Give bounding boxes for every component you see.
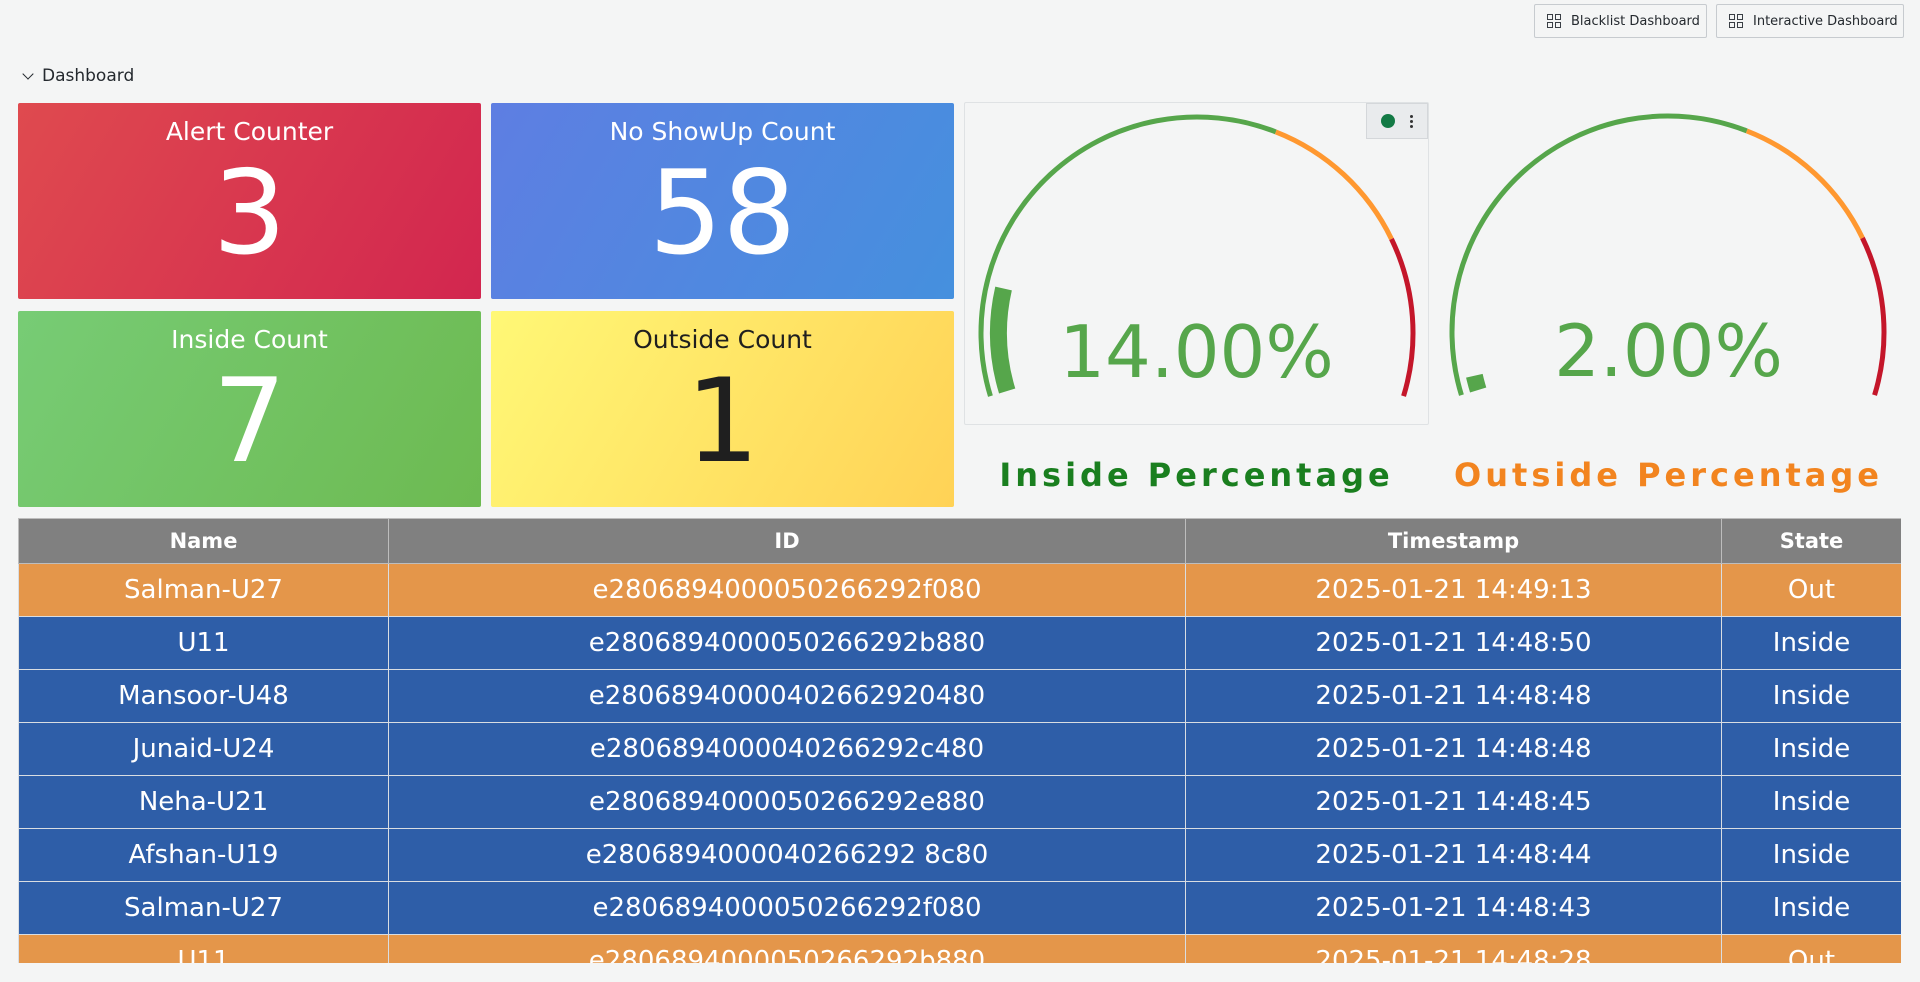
cell-name: U11	[18, 934, 389, 963]
attendance-table: Name ID Timestamp State Salman-U27 e28068…	[18, 518, 1901, 963]
inside-count-panel[interactable]: Inside Count 7	[18, 311, 481, 507]
cell-name: Neha-U21	[18, 775, 389, 829]
no-showup-count-panel[interactable]: No ShowUp Count 58	[491, 103, 954, 299]
cell-id: e2806894000040266292 8c80	[388, 828, 1186, 882]
outside-percentage-title: Outside Percentage	[1454, 456, 1883, 494]
gauge-value: 14.00%	[1059, 310, 1334, 394]
cell-state: Inside	[1721, 828, 1901, 882]
attendance-table-panel[interactable]: Name ID Timestamp State Salman-U27 e28068…	[18, 518, 1901, 963]
inside-percentage-title: Inside Percentage	[999, 456, 1394, 494]
cell-timestamp: 2025-01-21 14:48:45	[1185, 775, 1722, 829]
table-row[interactable]: Salman-U27 e2806894000050266292f080 2025-0…	[18, 881, 1901, 935]
panel-value: 58	[648, 146, 797, 281]
outside-percentage-gauge-panel[interactable]: 2.00%	[1436, 102, 1901, 425]
status-dot-icon	[1381, 114, 1396, 128]
table-row[interactable]: Salman-U27 e2806894000050266292f080 2025-0…	[18, 563, 1901, 617]
gauge-threshold-arc	[1745, 128, 1865, 240]
table-row[interactable]: U11 e2806894000050266292b880 2025-01-21 14…	[18, 616, 1901, 670]
gauge-threshold-arc	[1274, 129, 1394, 241]
inside-percentage-gauge-panel[interactable]: 14.00%	[964, 102, 1429, 425]
row-header-dashboard[interactable]: Dashboard	[22, 66, 135, 86]
cell-id: e2806894000050266292f080	[388, 881, 1186, 935]
panel-value: 1	[685, 354, 760, 489]
table-row[interactable]: Neha-U21 e2806894000050266292e880 2025-01-…	[18, 775, 1901, 829]
chevron-down-icon	[22, 68, 34, 80]
panel-title: Inside Count	[171, 325, 328, 354]
cell-id: e28068940000402662920480	[388, 669, 1186, 723]
interactive-dashboard-label: Interactive Dashboard	[1753, 13, 1898, 29]
cell-id: e2806894000050266292e880	[388, 775, 1186, 829]
column-header-timestamp[interactable]: Timestamp	[1185, 518, 1722, 564]
kebab-menu-icon[interactable]	[1409, 114, 1413, 128]
cell-id: e2806894000050266292b880	[388, 934, 1186, 963]
panel-value: 3	[212, 146, 287, 281]
table-header-row: Name ID Timestamp State	[18, 518, 1901, 564]
column-header-id[interactable]: ID	[388, 518, 1186, 564]
panel-title: No ShowUp Count	[609, 117, 836, 146]
dashboard-grid-icon	[1729, 14, 1743, 28]
column-header-state[interactable]: State	[1721, 518, 1901, 564]
cell-name: Salman-U27	[18, 563, 389, 617]
cell-timestamp: 2025-01-21 14:48:48	[1185, 722, 1722, 776]
blacklist-dashboard-button[interactable]: Blacklist Dashboard	[1534, 4, 1707, 38]
cell-state: Inside	[1721, 669, 1901, 723]
cell-timestamp: 2025-01-21 14:49:13	[1185, 563, 1722, 617]
cell-timestamp: 2025-01-21 14:48:50	[1185, 616, 1722, 670]
cell-state: Inside	[1721, 775, 1901, 829]
table-row[interactable]: Mansoor-U48 e28068940000402662920480 2025-…	[18, 669, 1901, 723]
cell-state: Inside	[1721, 722, 1901, 776]
panel-title: Outside Count	[633, 325, 812, 354]
outside-count-panel[interactable]: Outside Count 1	[491, 311, 954, 507]
column-header-name[interactable]: Name	[18, 518, 389, 564]
panel-header-menu[interactable]	[1366, 103, 1428, 139]
blacklist-dashboard-label: Blacklist Dashboard	[1571, 13, 1700, 29]
cell-id: e2806894000040266292c480	[388, 722, 1186, 776]
gauge-value: 2.00%	[1554, 309, 1783, 393]
panel-title: Alert Counter	[165, 117, 334, 146]
cell-name: Salman-U27	[18, 881, 389, 935]
table-row[interactable]: Junaid-U24 e2806894000040266292c480 2025-0…	[18, 722, 1901, 776]
interactive-dashboard-button[interactable]: Interactive Dashboard	[1716, 4, 1904, 38]
cell-timestamp: 2025-01-21 14:48:44	[1185, 828, 1722, 882]
table-row[interactable]: Afshan-U19 e2806894000040266292 8c80 2025-…	[18, 828, 1901, 882]
cell-timestamp: 2025-01-21 14:48:28	[1185, 934, 1722, 963]
cell-timestamp: 2025-01-21 14:48:43	[1185, 881, 1722, 935]
cell-name: Junaid-U24	[18, 722, 389, 776]
cell-state: Out	[1721, 563, 1901, 617]
cell-name: Mansoor-U48	[18, 669, 389, 723]
cell-id: e2806894000050266292f080	[388, 563, 1186, 617]
cell-state: Out	[1721, 934, 1901, 963]
table-row[interactable]: U11 e2806894000050266292b880 2025-01-21 14…	[18, 934, 1901, 963]
dashboard-grid-icon	[1547, 14, 1561, 28]
panel-value: 7	[212, 354, 287, 489]
cell-id: e2806894000050266292b880	[388, 616, 1186, 670]
cell-name: U11	[18, 616, 389, 670]
cell-timestamp: 2025-01-21 14:48:48	[1185, 669, 1722, 723]
row-title: Dashboard	[42, 66, 135, 86]
cell-name: Afshan-U19	[18, 828, 389, 882]
alert-counter-panel[interactable]: Alert Counter 3	[18, 103, 481, 299]
cell-state: Inside	[1721, 616, 1901, 670]
cell-state: Inside	[1721, 881, 1901, 935]
